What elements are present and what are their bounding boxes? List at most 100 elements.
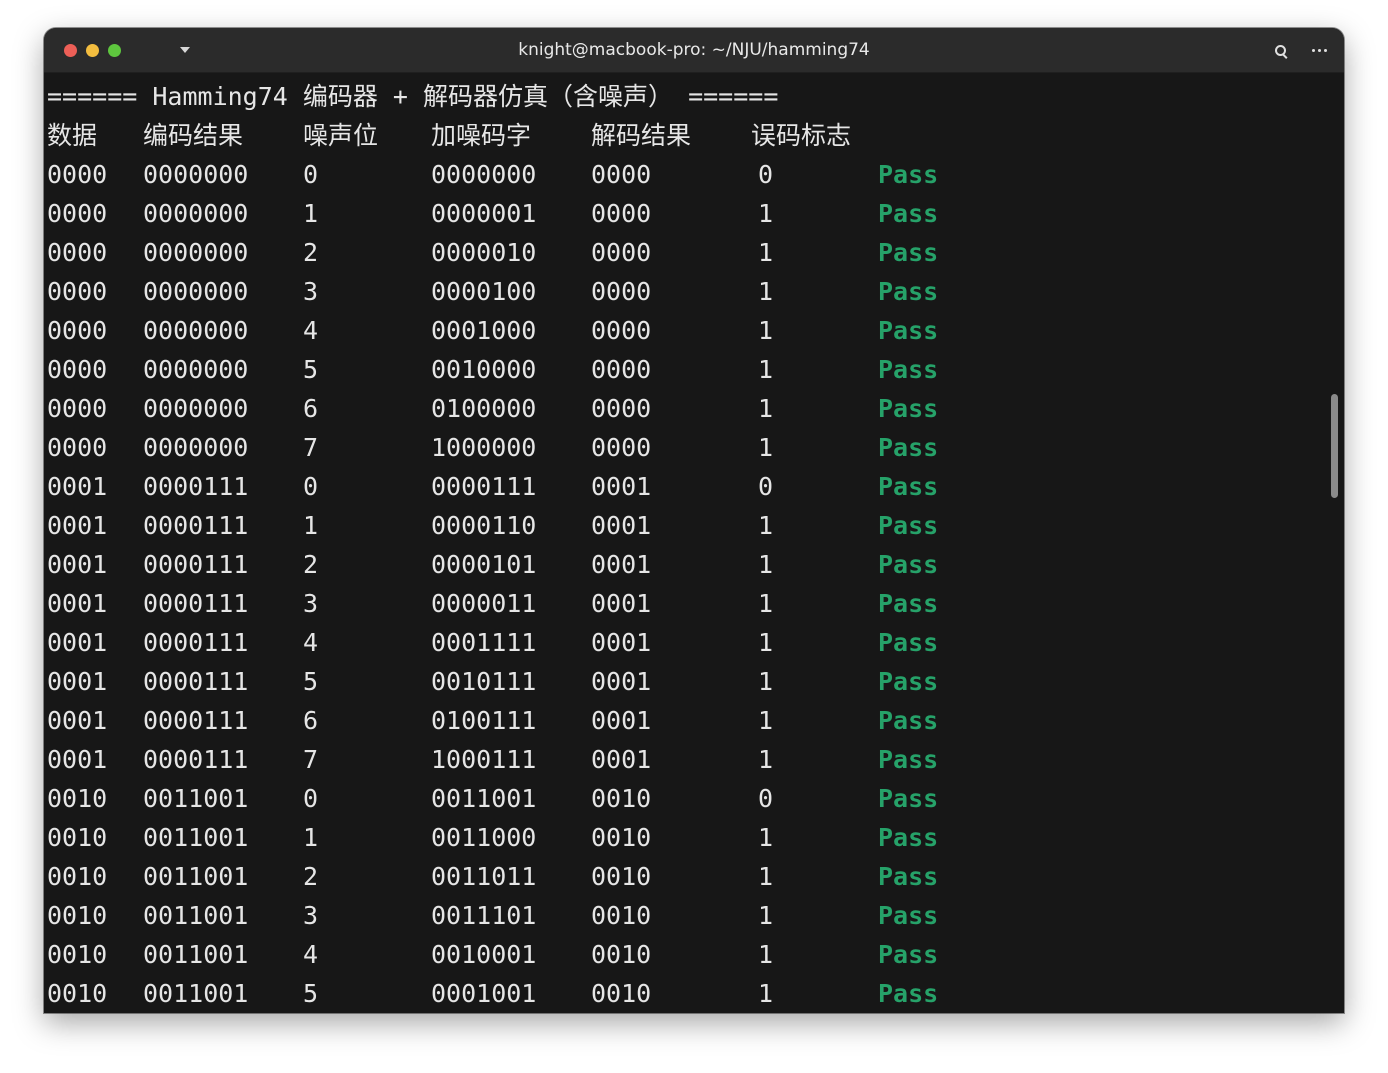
noisy-codeword-cell: 0000011 [431, 589, 537, 618]
result-cell: Pass [878, 433, 939, 462]
error-flag-cell: 1 [758, 511, 774, 540]
noisy-codeword-cell: 0011000 [431, 823, 537, 852]
encoded-cell: 0000111 [143, 589, 249, 618]
result-cell: Pass [878, 628, 939, 657]
search-icon[interactable] [1275, 45, 1286, 56]
result-cell: Pass [878, 745, 939, 774]
decoded-cell: 0001 [591, 745, 652, 774]
encoded-cell: 0000000 [143, 433, 249, 462]
noise-bit-cell: 3 [303, 901, 319, 930]
terminal-output[interactable]: ====== Hamming74 编码器 + 解码器仿真（含噪声） ======… [47, 77, 1327, 1013]
header-data: 数据 [47, 121, 98, 150]
data-cell: 0001 [47, 706, 108, 735]
encoded-cell: 0000111 [143, 511, 249, 540]
encoded-cell: 0011001 [143, 823, 249, 852]
noisy-codeword-cell: 1000111 [431, 745, 537, 774]
noise-bit-cell: 3 [303, 589, 319, 618]
noisy-codeword-cell: 0000101 [431, 550, 537, 579]
result-cell: Pass [878, 979, 939, 1008]
noisy-codeword-cell: 0010111 [431, 667, 537, 696]
data-cell: 0000 [47, 277, 108, 306]
noise-bit-cell: 6 [303, 706, 319, 735]
table-row: 0000 0000000 5 0010000 0000 1 Pass [47, 350, 1327, 389]
encoded-cell: 0000000 [143, 199, 249, 228]
decoded-cell: 0000 [591, 199, 652, 228]
data-cell: 0010 [47, 862, 108, 891]
error-flag-cell: 1 [758, 394, 774, 423]
table-row: 0001 0000111 0 0000111 0001 0 Pass [47, 467, 1327, 506]
noisy-codeword-cell: 0100111 [431, 706, 537, 735]
table-row: 0010 0011001 0 0011001 0010 0 Pass [47, 779, 1327, 818]
table-row: 0001 0000111 4 0001111 0001 1 Pass [47, 623, 1327, 662]
decoded-cell: 0010 [591, 862, 652, 891]
error-flag-cell: 1 [758, 628, 774, 657]
error-flag-cell: 1 [758, 745, 774, 774]
table-row: 0000 0000000 1 0000001 0000 1 Pass [47, 194, 1327, 233]
noise-bit-cell: 2 [303, 862, 319, 891]
data-cell: 0000 [47, 433, 108, 462]
table-row: 0010 0011001 1 0011000 0010 1 Pass [47, 818, 1327, 857]
title-bar[interactable]: knight@macbook-pro: ~/NJU/hamming74 [44, 28, 1344, 73]
decoded-cell: 0000 [591, 355, 652, 384]
noise-bit-cell: 0 [303, 784, 319, 813]
noise-bit-cell: 4 [303, 628, 319, 657]
table-row: 0000 0000000 6 0100000 0000 1 Pass [47, 389, 1327, 428]
noisy-codeword-cell: 0100000 [431, 394, 537, 423]
noise-bit-cell: 0 [303, 160, 319, 189]
header-noise: 噪声位 [303, 121, 379, 150]
decoded-cell: 0000 [591, 160, 652, 189]
data-cell: 0010 [47, 979, 108, 1008]
header-noisy: 加噪码字 [431, 121, 532, 150]
noisy-codeword-cell: 0001111 [431, 628, 537, 657]
table-row: 0001 0000111 5 0010111 0001 1 Pass [47, 662, 1327, 701]
terminal-window: knight@macbook-pro: ~/NJU/hamming74 ====… [44, 28, 1344, 1013]
decoded-cell: 0000 [591, 277, 652, 306]
result-cell: Pass [878, 472, 939, 501]
error-flag-cell: 1 [758, 355, 774, 384]
error-flag-cell: 1 [758, 433, 774, 462]
scrollbar-thumb[interactable] [1331, 394, 1338, 498]
table-row: 0001 0000111 1 0000110 0001 1 Pass [47, 506, 1327, 545]
encoded-cell: 0011001 [143, 784, 249, 813]
decoded-cell: 0001 [591, 511, 652, 540]
decoded-cell: 0000 [591, 238, 652, 267]
result-cell: Pass [878, 589, 939, 618]
encoded-cell: 0011001 [143, 979, 249, 1008]
decoded-cell: 0001 [591, 589, 652, 618]
data-cell: 0000 [47, 355, 108, 384]
data-cell: 0001 [47, 472, 108, 501]
data-cell: 0001 [47, 745, 108, 774]
error-flag-cell: 1 [758, 940, 774, 969]
noisy-codeword-cell: 0000001 [431, 199, 537, 228]
decoded-cell: 0001 [591, 472, 652, 501]
noise-bit-cell: 5 [303, 667, 319, 696]
encoded-cell: 0000111 [143, 628, 249, 657]
noise-bit-cell: 2 [303, 238, 319, 267]
encoded-cell: 0000000 [143, 394, 249, 423]
result-cell: Pass [878, 316, 939, 345]
decoded-cell: 0001 [591, 667, 652, 696]
data-cell: 0010 [47, 823, 108, 852]
table-row: 0000 0000000 4 0001000 0000 1 Pass [47, 311, 1327, 350]
table-row: 0001 0000111 6 0100111 0001 1 Pass [47, 701, 1327, 740]
table-row: 0001 0000111 3 0000011 0001 1 Pass [47, 584, 1327, 623]
encoded-cell: 0000111 [143, 667, 249, 696]
noise-bit-cell: 7 [303, 745, 319, 774]
data-cell: 0000 [47, 199, 108, 228]
noisy-codeword-cell: 0011011 [431, 862, 537, 891]
data-cell: 0000 [47, 238, 108, 267]
noisy-codeword-cell: 0001000 [431, 316, 537, 345]
data-cell: 0001 [47, 589, 108, 618]
table-row: 0000 0000000 7 1000000 0000 1 Pass [47, 428, 1327, 467]
data-cell: 0000 [47, 394, 108, 423]
encoded-cell: 0000000 [143, 160, 249, 189]
error-flag-cell: 0 [758, 160, 774, 189]
menu-dots-icon[interactable] [1312, 49, 1328, 53]
decoded-cell: 0010 [591, 901, 652, 930]
noisy-codeword-cell: 0001001 [431, 979, 537, 1008]
result-cell: Pass [878, 238, 939, 267]
decoded-cell: 0000 [591, 433, 652, 462]
data-cell: 0010 [47, 784, 108, 813]
error-flag-cell: 1 [758, 862, 774, 891]
encoded-cell: 0000111 [143, 550, 249, 579]
